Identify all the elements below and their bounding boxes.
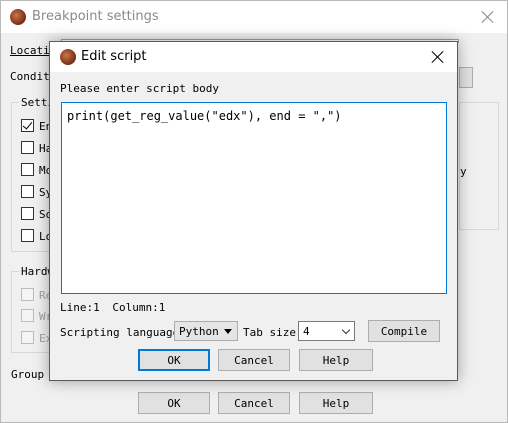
- chevron-down-icon: [341, 325, 351, 335]
- script-editor[interactable]: print(get_reg_value("edx"), end = ","): [61, 102, 447, 294]
- checkbox-hardware[interactable]: [21, 309, 34, 322]
- dialog-title: Edit script: [81, 49, 147, 64]
- app-avatar-icon: [10, 9, 26, 25]
- tab-size-select[interactable]: 4: [298, 321, 355, 341]
- checkbox-item[interactable]: [21, 185, 34, 198]
- outer-window-title: Breakpoint settings: [32, 9, 159, 24]
- dialog-cancel-button[interactable]: Cancel: [218, 349, 290, 371]
- dialog-help-button[interactable]: Help: [299, 349, 373, 371]
- checkbox-item[interactable]: [21, 207, 34, 220]
- edit-script-dialog: Edit script Please enter script body pri…: [49, 41, 458, 381]
- scripting-language-label: Scripting language: [60, 326, 180, 339]
- outer-ok-button[interactable]: OK: [138, 392, 210, 414]
- cursor-status: Line:1 Column:1: [60, 301, 171, 314]
- script-prompt-label: Please enter script body: [60, 82, 219, 95]
- outer-cancel-button[interactable]: Cancel: [218, 392, 290, 414]
- settings-right-fragment: y: [460, 165, 467, 178]
- outer-titlebar: Breakpoint settings: [1, 1, 507, 33]
- app-avatar-icon: [60, 49, 76, 65]
- checkbox-hardware[interactable]: [21, 331, 34, 344]
- dialog-titlebar: Edit script: [50, 42, 457, 72]
- tab-size-value: 4: [303, 324, 310, 338]
- close-icon[interactable]: [481, 10, 495, 24]
- condition-button[interactable]: [459, 67, 473, 88]
- column-indicator: Column:1: [112, 301, 166, 314]
- scripting-language-value: Python: [179, 324, 219, 338]
- checkbox-item[interactable]: [21, 163, 34, 176]
- checkbox-hardware[interactable]: [21, 288, 34, 301]
- tab-size-label: Tab size: [243, 326, 296, 339]
- line-indicator: Line:1: [60, 301, 100, 314]
- scripting-language-select[interactable]: Python: [174, 321, 238, 341]
- checkbox-item[interactable]: [21, 141, 34, 154]
- prompt-text: Please enter script body: [60, 82, 219, 95]
- group-label: Group: [11, 368, 45, 381]
- outer-help-button[interactable]: Help: [299, 392, 373, 414]
- dialog-ok-button[interactable]: OK: [138, 349, 210, 371]
- close-icon[interactable]: [431, 50, 445, 64]
- checkbox-item[interactable]: [21, 229, 34, 242]
- compile-button[interactable]: Compile: [368, 320, 440, 342]
- chevron-down-icon: [224, 329, 232, 334]
- checkbox-enabled[interactable]: [21, 119, 34, 132]
